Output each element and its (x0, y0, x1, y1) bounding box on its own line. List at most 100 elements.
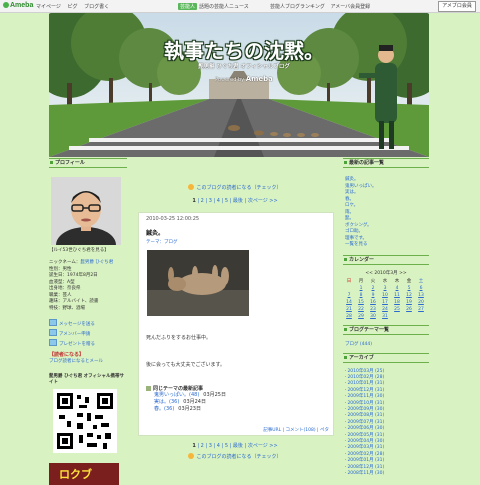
page-4[interactable]: 4 (217, 443, 220, 449)
calendar-day[interactable]: 30 (367, 314, 379, 319)
calendar-day[interactable]: 7 (343, 293, 355, 298)
calendar-day[interactable]: 15 (355, 300, 367, 305)
page-1[interactable]: 1 (192, 443, 195, 449)
left-sidebar: プロフィール 【ルイ53世ひぐち君を見る】 ニックネーム：髭男爵 ひぐち君 性別… (49, 158, 127, 485)
page-next[interactable]: 次ページ >> (248, 443, 278, 449)
calendar-day[interactable]: 9 (367, 293, 379, 298)
send-present-link[interactable]: プレゼントを贈る (49, 339, 127, 349)
blog-header-banner[interactable]: 執事たちの沈黙。 髭男爵 ひぐち君 オフィシャルブログ Powered by A… (49, 13, 429, 157)
page-2[interactable]: 2 (201, 443, 204, 449)
page-5[interactable]: 5 (225, 198, 228, 204)
calendar-month-nav[interactable]: << 2010年3月 >> (343, 270, 429, 276)
recent-more-link[interactable]: 一覧を見る (345, 242, 429, 249)
calendar-empty-cell (343, 286, 355, 291)
become-reader-heading[interactable]: 【読者になる】 (49, 351, 127, 358)
page-3[interactable]: 3 (209, 198, 212, 204)
entry-footer-links[interactable]: 記事URL | コメント(108) | ペタ (263, 427, 329, 433)
latest-item: 実は。(36) 03月24日 (154, 399, 206, 405)
calendar-day[interactable]: 5 (403, 286, 415, 291)
calendar-day[interactable]: 22 (355, 307, 367, 312)
entry-photo[interactable] (147, 250, 249, 316)
book-icon (146, 386, 151, 391)
archive-item[interactable]: 2008年11月 (30) (345, 471, 429, 477)
ad-banner[interactable]: ロクブ (49, 463, 119, 485)
calendar-dow: 土 (418, 278, 424, 284)
calendar-day[interactable]: 12 (403, 293, 415, 298)
calendar-empty-cell (403, 314, 415, 319)
calendar-day[interactable]: 24 (379, 307, 391, 312)
profile-photo[interactable] (51, 177, 121, 245)
ameba-logo[interactable]: Ameba (3, 2, 33, 9)
page-2[interactable]: 2 (201, 198, 204, 204)
become-reader-link-bottom[interactable]: このブログの読者になる（チェック） (128, 453, 342, 460)
page-4[interactable]: 4 (217, 198, 220, 204)
present-icon (49, 339, 57, 346)
qr-code (53, 389, 117, 453)
calendar-day[interactable]: 11 (391, 293, 403, 298)
calendar-day[interactable]: 13 (415, 293, 427, 298)
entry-text-2: 後に会っても大丈夫でございます。 (146, 362, 226, 368)
header-link-write-blog[interactable]: ブログ書く (84, 4, 109, 10)
calendar-dow: 日 (346, 278, 352, 284)
calendar-day[interactable]: 19 (403, 300, 415, 305)
reader-star-icon (188, 184, 195, 190)
calendar-day[interactable]: 31 (379, 314, 391, 319)
page-1[interactable]: 1 (192, 198, 195, 204)
calendar-day[interactable]: 17 (379, 300, 391, 305)
calendar-day[interactable]: 2 (367, 286, 379, 291)
send-message-link[interactable]: メッセージを送る (49, 319, 127, 329)
blog-entry: 2010-03-25 12:00:25 鍼灸。 テーマ：ブログ 死んだふりをする… (138, 212, 334, 436)
entry-theme[interactable]: テーマ：ブログ (146, 239, 178, 245)
profile-actions: メッセージを送る アメンバー申請 プレゼントを贈る (49, 319, 127, 349)
calendar-day[interactable]: 18 (391, 300, 403, 305)
entry-title[interactable]: 鍼灸。 (146, 228, 164, 237)
calendar-day[interactable]: 23 (367, 307, 379, 312)
blog-subtitle: 髭男爵 ひぐち君 オフィシャルブログ (198, 64, 290, 70)
become-reader-link[interactable]: このブログの読者になる（チェック） (128, 184, 342, 191)
header-news[interactable]: 芸能人 話題の芸能人ニュース (178, 3, 249, 10)
calendar-day[interactable]: 29 (355, 314, 367, 319)
page-last[interactable]: 最後 (233, 198, 243, 204)
page-3[interactable]: 3 (209, 443, 212, 449)
calendar-day[interactable]: 14 (343, 300, 355, 305)
calendar-day[interactable]: 26 (403, 307, 415, 312)
entry-text-1: 死んだふりをするお仕事中。 (146, 335, 212, 341)
calendar-day[interactable]: 20 (415, 300, 427, 305)
page-5[interactable]: 5 (225, 443, 228, 449)
calendar-empty-cell (415, 314, 427, 319)
amember-request-link[interactable]: アメンバー申請 (49, 329, 127, 339)
calendar-day[interactable]: 10 (379, 293, 391, 298)
blog-title: 執事たちの沈黙。 (164, 39, 324, 63)
calendar-day[interactable]: 3 (379, 286, 391, 291)
header-link-pigg[interactable]: ピグ (68, 4, 78, 10)
calendar-day[interactable]: 1 (355, 286, 367, 291)
header-link-mypage[interactable]: マイページ (36, 4, 61, 10)
ameblo-member-button[interactable]: アメブロ会員 (438, 1, 476, 12)
latest-same-theme: 同じテーマの最新記事 鬼男いっぱい。(48) 03月25日 実は。(36) 03月2… (146, 385, 322, 423)
calendar-day[interactable]: 21 (343, 307, 355, 312)
news-text: 話題の芸能人ニュース (199, 4, 249, 10)
calendar-day[interactable]: 25 (391, 307, 403, 312)
powered-by-ameba: Powered by Ameba (215, 75, 273, 83)
profile-portrait-image (51, 177, 121, 245)
recent-entries-heading: 最新の記事一覧 (343, 158, 429, 168)
calendar-day[interactable]: 8 (355, 293, 367, 298)
profile-detail-link[interactable]: 【ルイ53世ひぐち君を見る】 (49, 247, 127, 253)
archive-heading: アーカイブ (343, 352, 429, 363)
header-link-register[interactable]: アメーバ会員登録 (330, 4, 370, 10)
calendar-day[interactable]: 16 (367, 300, 379, 305)
calendar-day[interactable]: 27 (415, 307, 427, 312)
profile-row-skill: 特技：野球、酒場 (49, 305, 85, 311)
reader-mail-link[interactable]: ブログ読者になるとメール (49, 358, 127, 364)
calendar-dow: 水 (382, 278, 388, 284)
page-next[interactable]: 次ページ >> (248, 198, 278, 204)
theme-item[interactable]: ブログ (444) (345, 342, 372, 347)
calendar-day[interactable]: 6 (415, 286, 427, 291)
calendar-dow: 金 (406, 278, 412, 284)
calendar-day[interactable]: 4 (391, 286, 403, 291)
page-last[interactable]: 最後 (233, 443, 243, 449)
calendar-day[interactable]: 28 (343, 314, 355, 319)
profile-heading: プロフィール (49, 158, 127, 168)
header-link-ranking[interactable]: 芸能人ブログランキング (270, 4, 325, 10)
amember-icon (49, 329, 57, 336)
